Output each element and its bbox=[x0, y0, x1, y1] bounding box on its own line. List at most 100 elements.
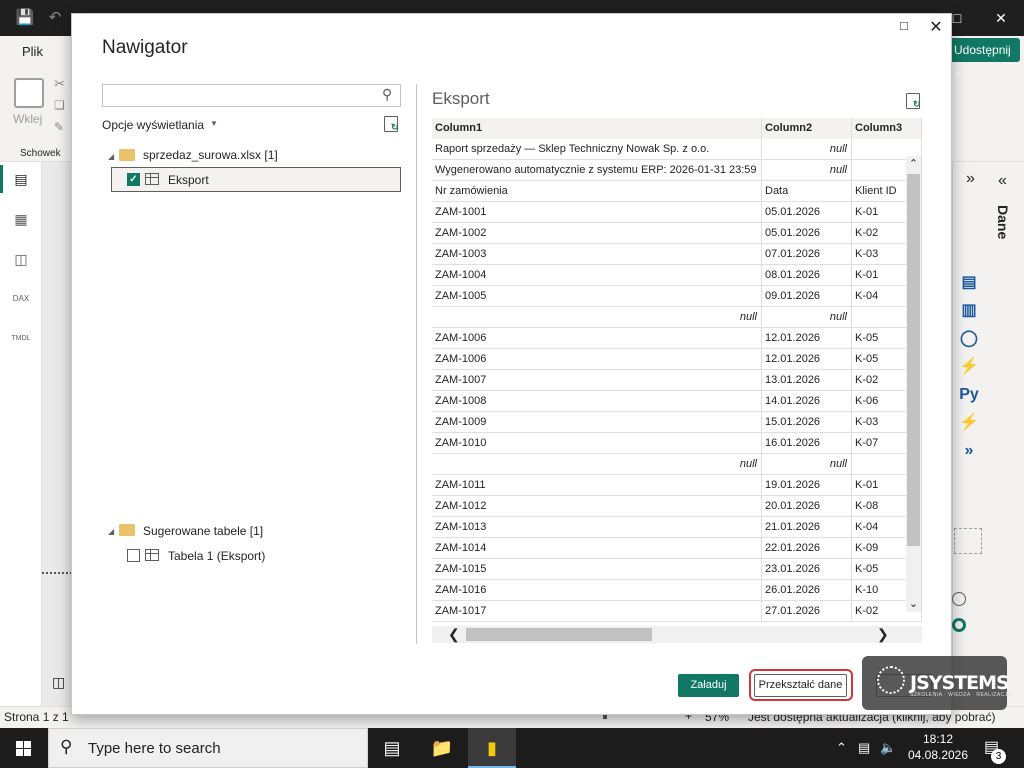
save-icon[interactable]: 💾 bbox=[14, 0, 36, 36]
data-pane-title: Dane bbox=[995, 205, 1011, 240]
start-button[interactable] bbox=[0, 728, 48, 768]
table-cell: ZAM-1013 bbox=[432, 517, 762, 538]
r-visual-icon[interactable]: ⚡ bbox=[958, 356, 980, 378]
pane-divider[interactable] bbox=[416, 84, 417, 644]
smart-narrative-icon[interactable]: » bbox=[958, 440, 980, 462]
search-icon: ⚲ bbox=[60, 737, 73, 756]
tray-overflow-icon[interactable]: ⌃ bbox=[836, 728, 847, 768]
table-cell: ZAM-1003 bbox=[432, 244, 762, 265]
tree-collapse-icon[interactable]: ◢ bbox=[108, 527, 114, 536]
report-view-icon[interactable]: ▤ bbox=[10, 168, 32, 190]
tmdl-view-icon[interactable]: TMDL bbox=[10, 328, 32, 350]
volume-muted-icon[interactable]: 🔈 bbox=[880, 728, 896, 768]
table-cell: 27.01.2026 bbox=[762, 601, 852, 622]
table-cell: 12.01.2026 bbox=[762, 328, 852, 349]
table-cell: null bbox=[432, 307, 762, 328]
horizontal-scroll-thumb[interactable] bbox=[466, 628, 652, 641]
model-view-icon[interactable]: ◫ bbox=[10, 248, 32, 270]
table-cell: ZAM-1016 bbox=[432, 580, 762, 601]
table-cell: ZAM-1008 bbox=[432, 391, 762, 412]
table-row: ZAM-1011 19.01.2026 K-01 bbox=[432, 475, 922, 496]
tree-collapse-icon[interactable]: ◢ bbox=[108, 152, 114, 161]
radio-option[interactable] bbox=[952, 618, 966, 632]
vertical-scroll-thumb[interactable] bbox=[907, 174, 920, 546]
table-cell: null bbox=[762, 307, 852, 328]
column-header[interactable]: Column3 bbox=[852, 118, 922, 139]
tree-file-node[interactable]: sprzedaz_surowa.xlsx [1] bbox=[143, 148, 278, 162]
page-view-icon[interactable]: ◫ bbox=[52, 674, 65, 691]
scroll-left-icon[interactable]: ❮ bbox=[448, 626, 460, 643]
eksport-checkbox[interactable]: ✓ bbox=[127, 173, 140, 186]
scroll-right-icon[interactable]: ❯ bbox=[877, 626, 889, 643]
table-cell: 13.01.2026 bbox=[762, 370, 852, 391]
table-cell: 05.01.2026 bbox=[762, 202, 852, 223]
table-cell: null bbox=[762, 454, 852, 475]
table-cell: null bbox=[432, 454, 762, 475]
undo-icon[interactable]: ↶ bbox=[44, 0, 66, 36]
tree-suggested-item[interactable]: Tabela 1 (Eksport) bbox=[168, 549, 265, 563]
cut-icon[interactable]: ✂ bbox=[54, 76, 65, 92]
preview-table: Column1 Column2 Column3 Raport sprzedaży… bbox=[432, 118, 922, 626]
copy-icon[interactable]: ❏ bbox=[54, 98, 65, 112]
column-chart-icon[interactable]: ▥ bbox=[958, 300, 980, 322]
search-icon[interactable]: ⚲ bbox=[382, 86, 392, 103]
refresh-arrow: ↻ bbox=[913, 99, 921, 109]
refresh-icon[interactable]: ↻ bbox=[384, 116, 399, 132]
file-menu[interactable]: Plik bbox=[22, 44, 43, 59]
table-cell: ZAM-1009 bbox=[432, 412, 762, 433]
table-row: Nr zamówienia Data Klient ID bbox=[432, 181, 922, 202]
navigator-search-input[interactable] bbox=[102, 84, 401, 107]
logo-tagline: SZKOLENIA · WIEDZA · REALIZACJA bbox=[910, 692, 1012, 698]
key-influencers-icon[interactable]: ⚡ bbox=[958, 412, 980, 434]
table-row: ZAM-1010 16.01.2026 K-07 bbox=[432, 433, 922, 454]
table-cell: ZAM-1002 bbox=[432, 223, 762, 244]
folder-icon bbox=[119, 149, 135, 161]
display-options-dropdown[interactable]: Opcje wyświetlania bbox=[102, 118, 204, 132]
column-header[interactable]: Column2 bbox=[762, 118, 852, 139]
table-cell: ZAM-1011 bbox=[432, 475, 762, 496]
dialog-close-icon[interactable]: ✕ bbox=[926, 17, 946, 37]
python-visual-icon[interactable]: Py bbox=[958, 384, 980, 406]
table-icon bbox=[145, 173, 159, 185]
table-cell: 12.01.2026 bbox=[762, 349, 852, 370]
logo-emblem bbox=[877, 666, 905, 694]
column-header[interactable]: Column1 bbox=[432, 118, 762, 139]
taskbar-clock[interactable]: 18:12 04.08.2026 bbox=[906, 731, 970, 763]
scroll-down-icon[interactable]: ⌄ bbox=[906, 597, 921, 610]
dialog-maximize-icon[interactable]: □ bbox=[896, 18, 912, 34]
expand-filters-icon[interactable]: » bbox=[966, 170, 975, 188]
table-cell: 20.01.2026 bbox=[762, 496, 852, 517]
table-cell: null bbox=[762, 160, 852, 181]
suggested-table-checkbox[interactable] bbox=[127, 549, 140, 562]
preview-refresh-icon[interactable]: ↻ bbox=[906, 93, 921, 109]
table-row: ZAM-1012 20.01.2026 K-08 bbox=[432, 496, 922, 517]
power-bi-taskbar-icon[interactable]: ▮ bbox=[468, 728, 516, 768]
bar-chart-icon[interactable]: ▤ bbox=[958, 272, 980, 294]
table-cell: 26.01.2026 bbox=[762, 580, 852, 601]
donut-chart-icon[interactable]: ◯ bbox=[958, 328, 980, 350]
table-row: ZAM-1002 05.01.2026 K-02 bbox=[432, 223, 922, 244]
toggle-switch[interactable] bbox=[952, 592, 966, 606]
format-painter-icon[interactable]: ✎ bbox=[54, 120, 64, 134]
table-row: ZAM-1016 26.01.2026 K-10 bbox=[432, 580, 922, 601]
collapse-data-icon[interactable]: « bbox=[998, 172, 1007, 190]
share-button[interactable]: Udostępnij ˅ bbox=[946, 38, 1020, 81]
table-icon bbox=[145, 549, 159, 561]
transform-data-button[interactable]: Przekształć dane bbox=[754, 674, 847, 697]
dax-query-icon[interactable]: DAX bbox=[10, 288, 32, 310]
page-indicator: Strona 1 z 1 bbox=[4, 710, 69, 724]
tree-suggested-node[interactable]: Sugerowane tabele [1] bbox=[143, 524, 263, 538]
paste-icon[interactable] bbox=[14, 78, 44, 108]
drop-field-well[interactable] bbox=[954, 528, 982, 554]
table-cell: ZAM-1010 bbox=[432, 433, 762, 454]
table-cell: 09.01.2026 bbox=[762, 286, 852, 307]
task-view-icon[interactable]: ▤ bbox=[368, 728, 416, 768]
load-button[interactable]: Załaduj bbox=[678, 674, 739, 697]
scroll-up-icon[interactable]: ⌃ bbox=[906, 157, 921, 170]
network-icon[interactable]: ▤ bbox=[858, 728, 870, 768]
table-cell: Data bbox=[762, 181, 852, 202]
table-view-icon[interactable]: ▦ bbox=[10, 208, 32, 230]
close-window-icon[interactable]: ✕ bbox=[978, 0, 1024, 36]
file-explorer-icon[interactable]: 📁 bbox=[418, 728, 466, 768]
table-row: ZAM-1017 27.01.2026 K-02 bbox=[432, 601, 922, 622]
